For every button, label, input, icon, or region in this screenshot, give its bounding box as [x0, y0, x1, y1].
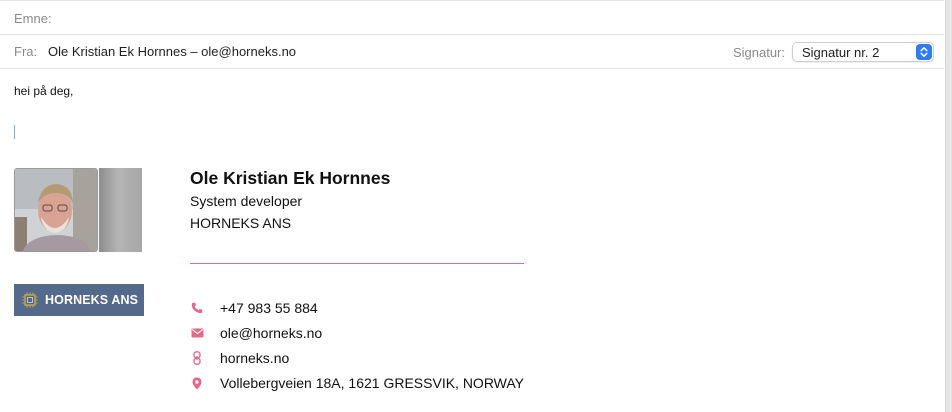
contact-address: Vollebergveien 18A, 1621 GRESSVIK, NORWA… [190, 375, 524, 391]
photo-side-panel [99, 168, 142, 252]
subject-row[interactable]: Emne: [0, 2, 944, 35]
subject-label: Emne: [14, 10, 52, 26]
from-field[interactable]: Ole Kristian Ek Hornnes – ole@horneks.no [48, 44, 296, 59]
chip-icon [22, 292, 38, 308]
signature-company: HORNEKS ANS [190, 215, 292, 231]
contact-email: ole@horneks.no [190, 325, 322, 341]
signature-label: Signatur: [732, 44, 785, 60]
phone-number[interactable]: +47 983 55 884 [220, 300, 318, 316]
signature-job-title: System developer [190, 193, 303, 209]
window-edge [945, 0, 952, 412]
profile-photo [14, 168, 98, 252]
compose-window: Emne: Fra: Ole Kristian Ek Hornnes – ole… [0, 0, 952, 412]
postal-address: Vollebergveien 18A, 1621 GRESSVIK, NORWA… [220, 375, 525, 391]
mail-icon [190, 326, 204, 340]
company-logo: HORNEKS ANS [14, 284, 144, 316]
signature-select-value: Signatur nr. 2 [802, 44, 880, 60]
contact-phone: +47 983 55 884 [190, 300, 318, 316]
link-icon [190, 351, 204, 365]
signature-name: Ole Kristian Ek Hornnes [190, 168, 391, 188]
signature-divider [190, 263, 524, 264]
chevron-up-down-icon [916, 44, 932, 60]
message-body-text[interactable]: hei på deg, [14, 84, 73, 98]
logo-text: HORNEKS ANS [45, 293, 139, 307]
email-address[interactable]: ole@horneks.no [220, 325, 322, 341]
signature-select[interactable]: Signatur nr. 2 [792, 42, 934, 62]
location-pin-icon [190, 376, 204, 390]
from-row: Fra: Ole Kristian Ek Hornnes – ole@horne… [0, 35, 944, 69]
phone-icon [190, 301, 204, 315]
signature-picker: Signatur: Signatur nr. 2 [733, 35, 934, 69]
contact-website: horneks.no [190, 350, 289, 366]
text-cursor [14, 125, 15, 139]
from-label: Fra: [14, 44, 38, 59]
website-link[interactable]: horneks.no [220, 350, 289, 366]
